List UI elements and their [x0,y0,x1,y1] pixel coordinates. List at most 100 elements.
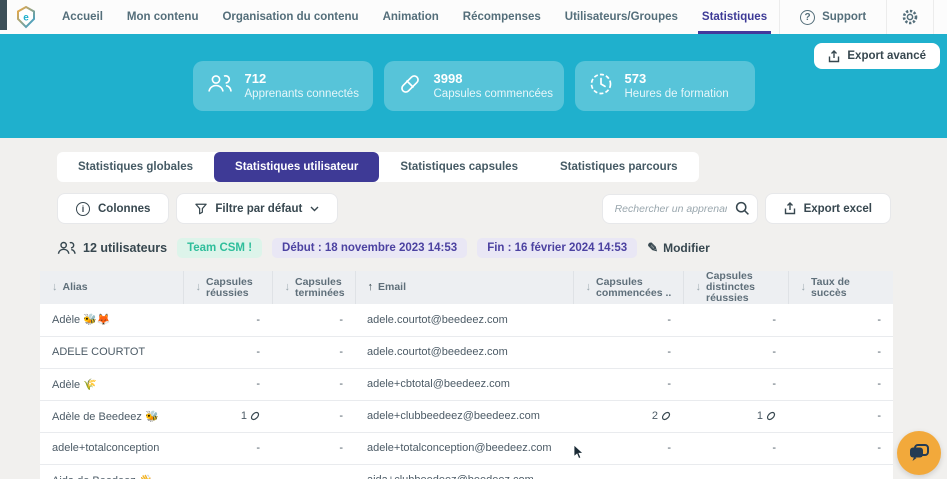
column-label: Email [378,282,406,293]
clock-icon [589,72,613,101]
table-row[interactable]: Adèle 🌾--adele+cbtotal@beedeez.com--- [40,368,893,400]
stats-tabs: Statistiques globalesStatistiques utilis… [57,152,699,182]
column-header-email[interactable]: ↑ Email [355,271,573,304]
link-icon [250,411,260,421]
settings-button[interactable] [886,0,933,34]
column-label: Alias [63,282,88,293]
chevron-down-icon [310,206,319,212]
tab-statistiques-parcours[interactable]: Statistiques parcours [539,152,699,182]
nav-item-utilisateurs-groupes[interactable]: Utilisateurs/Groupes [553,0,690,34]
sort-down-icon[interactable]: ↓ [801,282,807,293]
table-row[interactable]: Adèle 🐝🦊--adele.courtot@beedeez.com--- [40,304,893,336]
column-header-capsules_commencees[interactable]: ↓ Capsules commencées .. [573,271,683,304]
export-excel-button[interactable]: Export excel [765,193,891,224]
cell-capsules_reussies[interactable]: 1 [183,400,272,432]
cell-capsules_reussies: - [183,368,272,400]
team-badge[interactable]: Team CSM ! [177,238,262,258]
table-row[interactable]: adele+totalconception--adele+totalconcep… [40,432,893,464]
table-row[interactable]: ADELE COURTOT--adele.courtot@beedeez.com… [40,336,893,368]
sort-down-icon[interactable]: ↓ [586,282,592,293]
export-icon [828,50,840,63]
cell-taux_de_succes: - [788,336,893,368]
stat-card-heures-de-formation[interactable]: 573Heures de formation [575,61,755,111]
nav-item-animation[interactable]: Animation [371,0,451,34]
stat-value: 3998 [434,71,554,88]
nav-item-recompenses[interactable]: Récompenses [451,0,553,34]
sort-down-icon[interactable]: ↓ [196,282,202,293]
column-header-capsules_reussies[interactable]: ↓Capsules réussies [183,271,272,304]
nav-item-accueil[interactable]: Accueil [50,0,115,34]
cell-capsules_terminees: - [272,464,355,479]
cell-alias: Aida de Beedeez 👋 [40,464,183,479]
cell-capsules_commencees[interactable]: 2 [573,400,683,432]
nav-item-mon-contenu[interactable]: Mon contenu [115,0,211,34]
cell-capsules_distinctes[interactable]: 1 [683,400,788,432]
column-header-capsules_distinctes[interactable]: ↓ Capsules distinctes réussies [683,271,788,304]
stat-card-apprenants-connectes[interactable]: 712Apprenants connectés [193,61,373,111]
stat-value: 712 [245,71,359,88]
hierarchy-button[interactable] [933,0,947,34]
info-icon: i [76,202,90,216]
columns-label: Colonnes [98,203,150,215]
support-button[interactable]: ? Support [779,0,886,34]
columns-button[interactable]: i Colonnes [57,193,169,224]
column-label: Capsules terminées [295,277,345,299]
cell-capsules_reussies: - [183,336,272,368]
table-row[interactable]: Aida de Beedeez 👋--aida+clubbeedeez@beed… [40,464,893,479]
table-toolbar: i Colonnes Filtre par défaut [57,193,891,224]
cell-taux_de_succes: - [788,400,893,432]
tab-statistiques-globales[interactable]: Statistiques globales [57,152,214,182]
column-label: Taux de succès [811,277,883,299]
user-count-label: 12 utilisateurs [83,241,167,255]
export-advanced-button[interactable]: Export avancé [814,43,940,69]
column-header-alias[interactable]: ↓ Alias [40,271,183,304]
cell-email: adele.courtot@beedeez.com [355,304,573,336]
cell-alias: Adèle de Beedeez 🐝 [40,400,183,432]
stats-banner: Export avancé 712Apprenants connectés399… [0,34,947,138]
cell-capsules_commencees: - [573,432,683,464]
tab-statistiques-utilisateur[interactable]: Statistiques utilisateur [214,152,379,182]
cell-alias: Adèle 🌾 [40,368,183,400]
question-icon: ? [800,10,815,25]
nav-item-statistiques[interactable]: Statistiques [690,0,779,34]
header-right: ? Support ade [779,0,947,34]
beedeez-logo[interactable]: e [0,0,50,34]
top-navigation-bar: e AccueilMon contenuOrganisation du cont… [0,0,947,34]
support-label: Support [822,11,866,23]
search-icon[interactable] [735,201,750,221]
column-label: Capsules commencées .. [596,277,673,299]
stat-card-capsules-commencees[interactable]: 3998Capsules commencées [384,61,564,111]
cell-capsules_distinctes: - [683,304,788,336]
nav-item-organisation-du-contenu[interactable]: Organisation du contenu [210,0,370,34]
start-date-badge[interactable]: Début : 18 novembre 2023 14:53 [272,238,467,258]
filter-button[interactable]: Filtre par défaut [176,193,338,224]
chat-widget-button[interactable] [897,431,941,475]
modify-button[interactable]: ✎ Modifier [647,240,710,256]
column-label: Capsules distinctes réussies [706,271,778,304]
sort-up-icon[interactable]: ↑ [368,282,374,293]
cell-taux_de_succes: - [788,432,893,464]
sort-down-icon[interactable]: ↓ [52,282,58,293]
main-nav: AccueilMon contenuOrganisation du conten… [50,0,779,34]
end-date-badge[interactable]: Fin : 16 février 2024 14:53 [477,238,637,258]
cell-capsules_reussies: - [183,464,272,479]
column-header-capsules_terminees[interactable]: ↓ Capsules terminées [272,271,355,304]
export-icon [784,202,796,215]
stat-value: 573 [625,71,729,88]
cell-alias: Adèle 🐝🦊 [40,304,183,336]
sort-down-icon[interactable]: ↓ [696,282,702,293]
svg-text:e: e [23,13,29,24]
cell-capsules_commencees: - [573,336,683,368]
cell-capsules_reussies: - [183,304,272,336]
column-header-taux_de_succes[interactable]: ↓ Taux de succès [788,271,893,304]
modify-label: Modifier [663,241,710,255]
stat-label: Capsules commencées [434,88,554,102]
gear-icon [901,8,919,26]
stat-label: Apprenants connectés [245,88,359,102]
cell-capsules_distinctes: - [683,368,788,400]
sort-down-icon[interactable]: ↓ [285,282,291,293]
users-icon [57,241,76,255]
tab-statistiques-capsules[interactable]: Statistiques capsules [379,152,539,182]
table-row[interactable]: Adèle de Beedeez 🐝1-adele+clubbeedeez@be… [40,400,893,432]
pencil-icon: ✎ [647,240,658,256]
